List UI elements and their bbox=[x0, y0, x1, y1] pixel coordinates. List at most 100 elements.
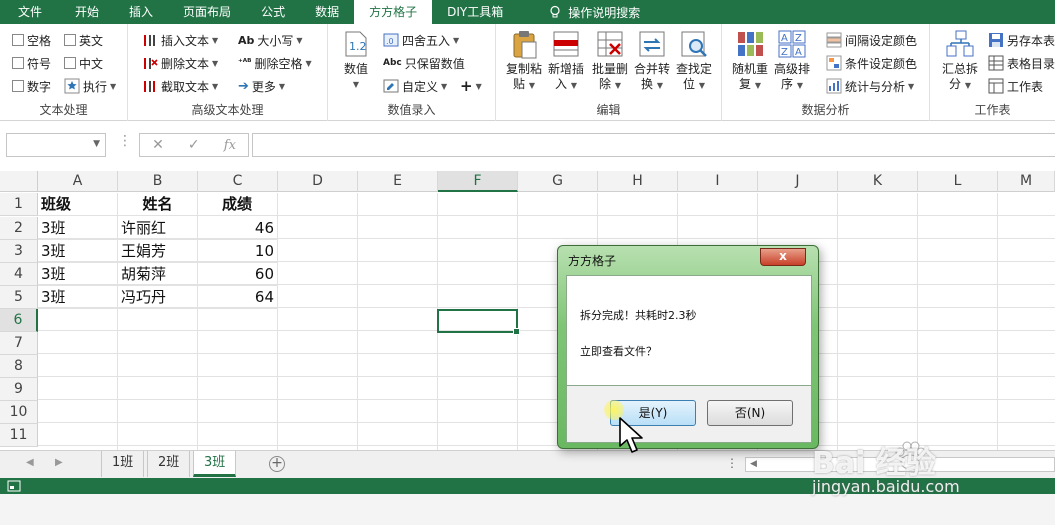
find-locate-button[interactable]: 查找定 位 ▼ bbox=[676, 28, 712, 93]
column-header-i[interactable]: I bbox=[678, 171, 758, 192]
tab-diy-toolbox[interactable]: DIY工具箱 bbox=[432, 0, 518, 24]
sheet-index-button[interactable]: 表格目录 bbox=[988, 53, 1055, 73]
row-header-6[interactable]: 6 bbox=[0, 309, 38, 332]
select-all-corner[interactable] bbox=[0, 171, 38, 192]
copy-paste-button[interactable]: 复制粘 贴 ▼ bbox=[506, 28, 542, 93]
macro-record-icon[interactable] bbox=[7, 480, 21, 492]
checkbox-english[interactable]: 英文 bbox=[64, 30, 103, 50]
row-header-8[interactable]: 8 bbox=[0, 355, 38, 378]
statistics-button[interactable]: 统计与分析 ▼ bbox=[826, 76, 914, 96]
row-header-9[interactable]: 9 bbox=[0, 378, 38, 401]
random-repeat-label-2: 复 bbox=[739, 77, 752, 91]
delete-space-button[interactable]: ⁺ᴬᴮ 删除空格 ▼ bbox=[238, 53, 312, 73]
cancel-icon[interactable]: ✕ bbox=[152, 137, 164, 153]
tab-fangfang[interactable]: 方方格子 bbox=[354, 0, 433, 24]
case-button[interactable]: Ab 大小写 ▼ bbox=[238, 30, 303, 50]
merge-convert-button[interactable]: 合并转 换 ▼ bbox=[634, 28, 670, 93]
extract-text-button[interactable]: 截取文本 ▼ bbox=[142, 76, 218, 96]
column-header-j[interactable]: J bbox=[758, 171, 838, 192]
cell-b5[interactable]: 冯巧丹 bbox=[118, 286, 198, 309]
insert-text-button[interactable]: 插入文本 ▼ bbox=[142, 30, 218, 50]
checkbox-symbol[interactable]: 符号 bbox=[12, 53, 51, 73]
advanced-sort-button[interactable]: AZZA 高级排 序 ▼ bbox=[774, 28, 810, 93]
column-header-d[interactable]: D bbox=[278, 171, 358, 192]
row-header-4[interactable]: 4 bbox=[0, 263, 38, 286]
row-header-3[interactable]: 3 bbox=[0, 240, 38, 263]
interval-color-icon bbox=[826, 32, 842, 48]
tab-file[interactable]: 文件 bbox=[0, 0, 60, 24]
cell-a5[interactable]: 3班 bbox=[38, 286, 118, 309]
cell-a3[interactable]: 3班 bbox=[38, 240, 118, 263]
no-button[interactable]: 否(N) bbox=[707, 400, 793, 426]
row-header-10[interactable]: 10 bbox=[0, 401, 38, 424]
cell-a1[interactable]: 班级 bbox=[38, 193, 118, 216]
cell-b2[interactable]: 许丽红 bbox=[118, 217, 198, 240]
row-header-2[interactable]: 2 bbox=[0, 217, 38, 240]
interval-color-button[interactable]: 间隔设定颜色 bbox=[826, 30, 917, 50]
dialog-close-button[interactable]: x bbox=[760, 248, 806, 266]
keep-values-button[interactable]: Abc 只保留数值 bbox=[383, 53, 465, 73]
cell-c4[interactable]: 60 bbox=[198, 263, 278, 286]
more-button[interactable]: ➔ 更多 ▼ bbox=[238, 76, 285, 96]
checkbox-chinese[interactable]: 中文 bbox=[64, 53, 103, 73]
sheet-next-icon[interactable]: ▶ bbox=[55, 457, 63, 468]
insert-new-button[interactable]: 新增插 入 ▼ bbox=[548, 28, 584, 93]
batch-delete-button[interactable]: 批量删 除 ▼ bbox=[592, 28, 628, 93]
row-header-1[interactable]: 1 bbox=[0, 193, 38, 216]
cell-b3[interactable]: 王娟芳 bbox=[118, 240, 198, 263]
cell-b1[interactable]: 姓名 bbox=[118, 193, 198, 216]
enter-icon[interactable]: ✓ bbox=[188, 137, 200, 153]
column-header-m[interactable]: M bbox=[998, 171, 1055, 192]
checkbox-number[interactable]: 数字 bbox=[12, 76, 51, 96]
column-header-g[interactable]: G bbox=[518, 171, 598, 192]
worksheet-button[interactable]: 工作表 bbox=[988, 76, 1043, 96]
fx-icon[interactable]: fx bbox=[224, 138, 236, 153]
name-box[interactable]: ▼ bbox=[6, 133, 106, 157]
chevron-down-icon: ▼ bbox=[453, 35, 460, 45]
tab-data[interactable]: 数据 bbox=[300, 0, 354, 24]
column-header-l[interactable]: L bbox=[918, 171, 998, 192]
conditional-color-button[interactable]: 条件设定颜色 bbox=[826, 53, 917, 73]
tab-home[interactable]: 开始 bbox=[60, 0, 114, 24]
sheet-prev-icon[interactable]: ◀ bbox=[26, 457, 34, 468]
tell-me-search[interactable]: 操作说明搜索 bbox=[518, 0, 640, 24]
sheet-tab-3[interactable]: 3班 bbox=[193, 451, 237, 477]
cell-a4[interactable]: 3班 bbox=[38, 263, 118, 286]
column-header-a[interactable]: A bbox=[38, 171, 118, 192]
round-button[interactable]: .0 四舍五入 ▼ bbox=[383, 30, 459, 50]
tell-me-label: 操作说明搜索 bbox=[568, 5, 641, 20]
cell-c3[interactable]: 10 bbox=[198, 240, 278, 263]
execute-button[interactable]: 执行 ▼ bbox=[64, 76, 116, 96]
add-sheet-icon[interactable]: + bbox=[269, 456, 285, 472]
cell-c1[interactable]: 成绩 bbox=[198, 193, 278, 216]
sheet-tab-1[interactable]: 1班 bbox=[101, 451, 145, 477]
plus-button[interactable]: + ▼ bbox=[460, 76, 482, 96]
row-header-7[interactable]: 7 bbox=[0, 332, 38, 355]
column-header-c[interactable]: C bbox=[198, 171, 278, 192]
active-cell-f6[interactable] bbox=[437, 309, 520, 335]
cell-a2[interactable]: 3班 bbox=[38, 217, 118, 240]
summary-split-button[interactable]: 汇总拆 分 ▼ bbox=[942, 28, 978, 93]
scroll-left-icon[interactable]: ◀ bbox=[750, 459, 757, 469]
column-header-f[interactable]: F bbox=[438, 171, 518, 192]
delete-text-button[interactable]: 删除文本 ▼ bbox=[142, 53, 218, 73]
random-repeat-button[interactable]: 随机重 复 ▼ bbox=[732, 28, 768, 93]
column-header-k[interactable]: K bbox=[838, 171, 918, 192]
row-header-5[interactable]: 5 bbox=[0, 286, 38, 309]
cell-c5[interactable]: 64 bbox=[198, 286, 278, 309]
number-button[interactable]: 1.2 数值 ▼ bbox=[340, 28, 372, 92]
tab-formulas[interactable]: 公式 bbox=[246, 0, 300, 24]
tab-page-layout[interactable]: 页面布局 bbox=[168, 0, 246, 24]
column-header-b[interactable]: B bbox=[118, 171, 198, 192]
cell-c2[interactable]: 46 bbox=[198, 217, 278, 240]
checkbox-space[interactable]: 空格 bbox=[12, 30, 51, 50]
formula-input[interactable] bbox=[252, 133, 1055, 157]
custom-button[interactable]: 自定义 ▼ bbox=[383, 76, 447, 96]
row-header-11[interactable]: 11 bbox=[0, 424, 38, 447]
column-header-e[interactable]: E bbox=[358, 171, 438, 192]
save-sheet-button[interactable]: 另存本表 bbox=[988, 30, 1055, 50]
tab-insert[interactable]: 插入 bbox=[114, 0, 168, 24]
column-header-h[interactable]: H bbox=[598, 171, 678, 192]
sheet-tab-2[interactable]: 2班 bbox=[147, 451, 191, 477]
cell-b4[interactable]: 胡菊萍 bbox=[118, 263, 198, 286]
